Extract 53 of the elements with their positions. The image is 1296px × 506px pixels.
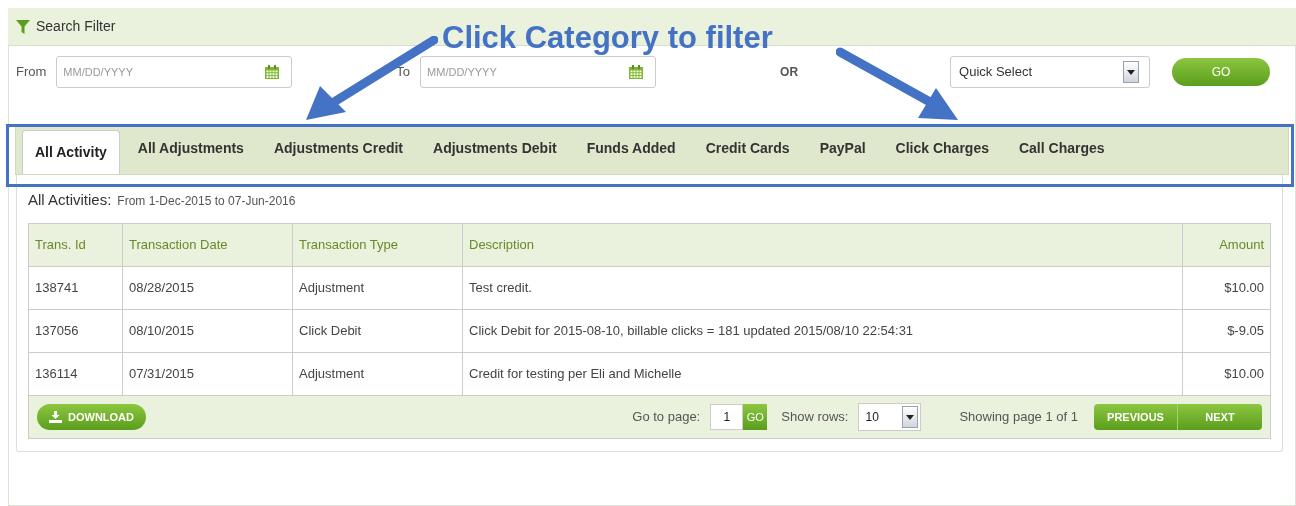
go-to-page-label: Go to page: (632, 408, 701, 427)
table-cell: Credit for testing per Eli and Michelle (462, 353, 1182, 395)
category-tab[interactable]: All Activity (22, 130, 120, 174)
filter-icon (16, 19, 30, 34)
category-tab[interactable]: Adjustments Debit (421, 130, 569, 174)
to-date-field[interactable]: MM/DD/YYYY (420, 56, 657, 88)
table-cell: $10.00 (1182, 267, 1270, 309)
table-cell: 08/10/2015 (122, 310, 292, 352)
category-tab[interactable]: Click Charges (883, 130, 1001, 174)
table-cell: Adjustment (292, 353, 462, 395)
category-tab[interactable]: Adjustments Credit (261, 130, 415, 174)
category-tab[interactable]: Funds Added (574, 130, 688, 174)
table-cell: $10.00 (1182, 353, 1270, 395)
column-header: Transaction Date (122, 224, 292, 266)
right-arrow-icon (836, 46, 960, 122)
category-tab[interactable]: Call Charges (1006, 130, 1117, 174)
page-number-field[interactable]: 1 (710, 404, 744, 430)
table-cell-text: 138741 (34, 279, 80, 298)
table-cell: $-9.05 (1182, 310, 1270, 352)
quick-select-dropdown[interactable]: Quick Select (950, 56, 1151, 88)
column-header: Transaction Type (292, 224, 462, 266)
dropdown-arrow-button[interactable] (1123, 61, 1140, 83)
activities-title: All Activities: (28, 190, 112, 210)
table-cell: Adjustment (292, 267, 462, 309)
table-cell: 08/28/2015 (122, 267, 292, 309)
rows-per-page-dropdown[interactable]: 10 (858, 403, 922, 431)
column-header: Amount (1182, 224, 1270, 266)
calendar-icon (628, 64, 645, 80)
to-label: To (396, 63, 411, 82)
annotation-text: Click Category to filter (442, 19, 773, 57)
or-label: OR (780, 64, 799, 81)
column-header: Trans. Id (34, 236, 87, 255)
caret-icon (906, 414, 915, 420)
search-filter-title: Search Filter (36, 17, 116, 36)
category-tab[interactable]: PayPal (807, 130, 878, 174)
table-cell-text: 137056 (34, 322, 80, 341)
from-label: From (16, 63, 47, 82)
table-cell: Click Debit for 2015-08-10, billable clicks = 181 updated 2015/08/10 22:54:31 (462, 310, 1182, 352)
table-cell: 07/31/2015 (122, 353, 292, 395)
table-cell-text: 136114 (34, 365, 79, 384)
page-status-text: Showing page 1 of 1 (959, 408, 1078, 427)
table-cell: Click Debit (292, 310, 462, 352)
column-header: Description (462, 224, 1182, 266)
show-rows-label: Show rows: (781, 408, 849, 427)
table-cell: Test credit. (462, 267, 1182, 309)
category-tab[interactable]: Credit Cards (693, 130, 802, 174)
caret-icon (1127, 69, 1136, 75)
calendar-icon (264, 64, 281, 80)
category-tab[interactable]: All Adjustments (125, 130, 256, 174)
from-date-field[interactable]: MM/DD/YYYY (56, 56, 293, 88)
dropdown-arrow-button[interactable] (902, 406, 919, 428)
download-icon (49, 411, 62, 423)
date-range-text: From 1-Dec-2015 to 07-Jun-2016 (117, 193, 296, 210)
